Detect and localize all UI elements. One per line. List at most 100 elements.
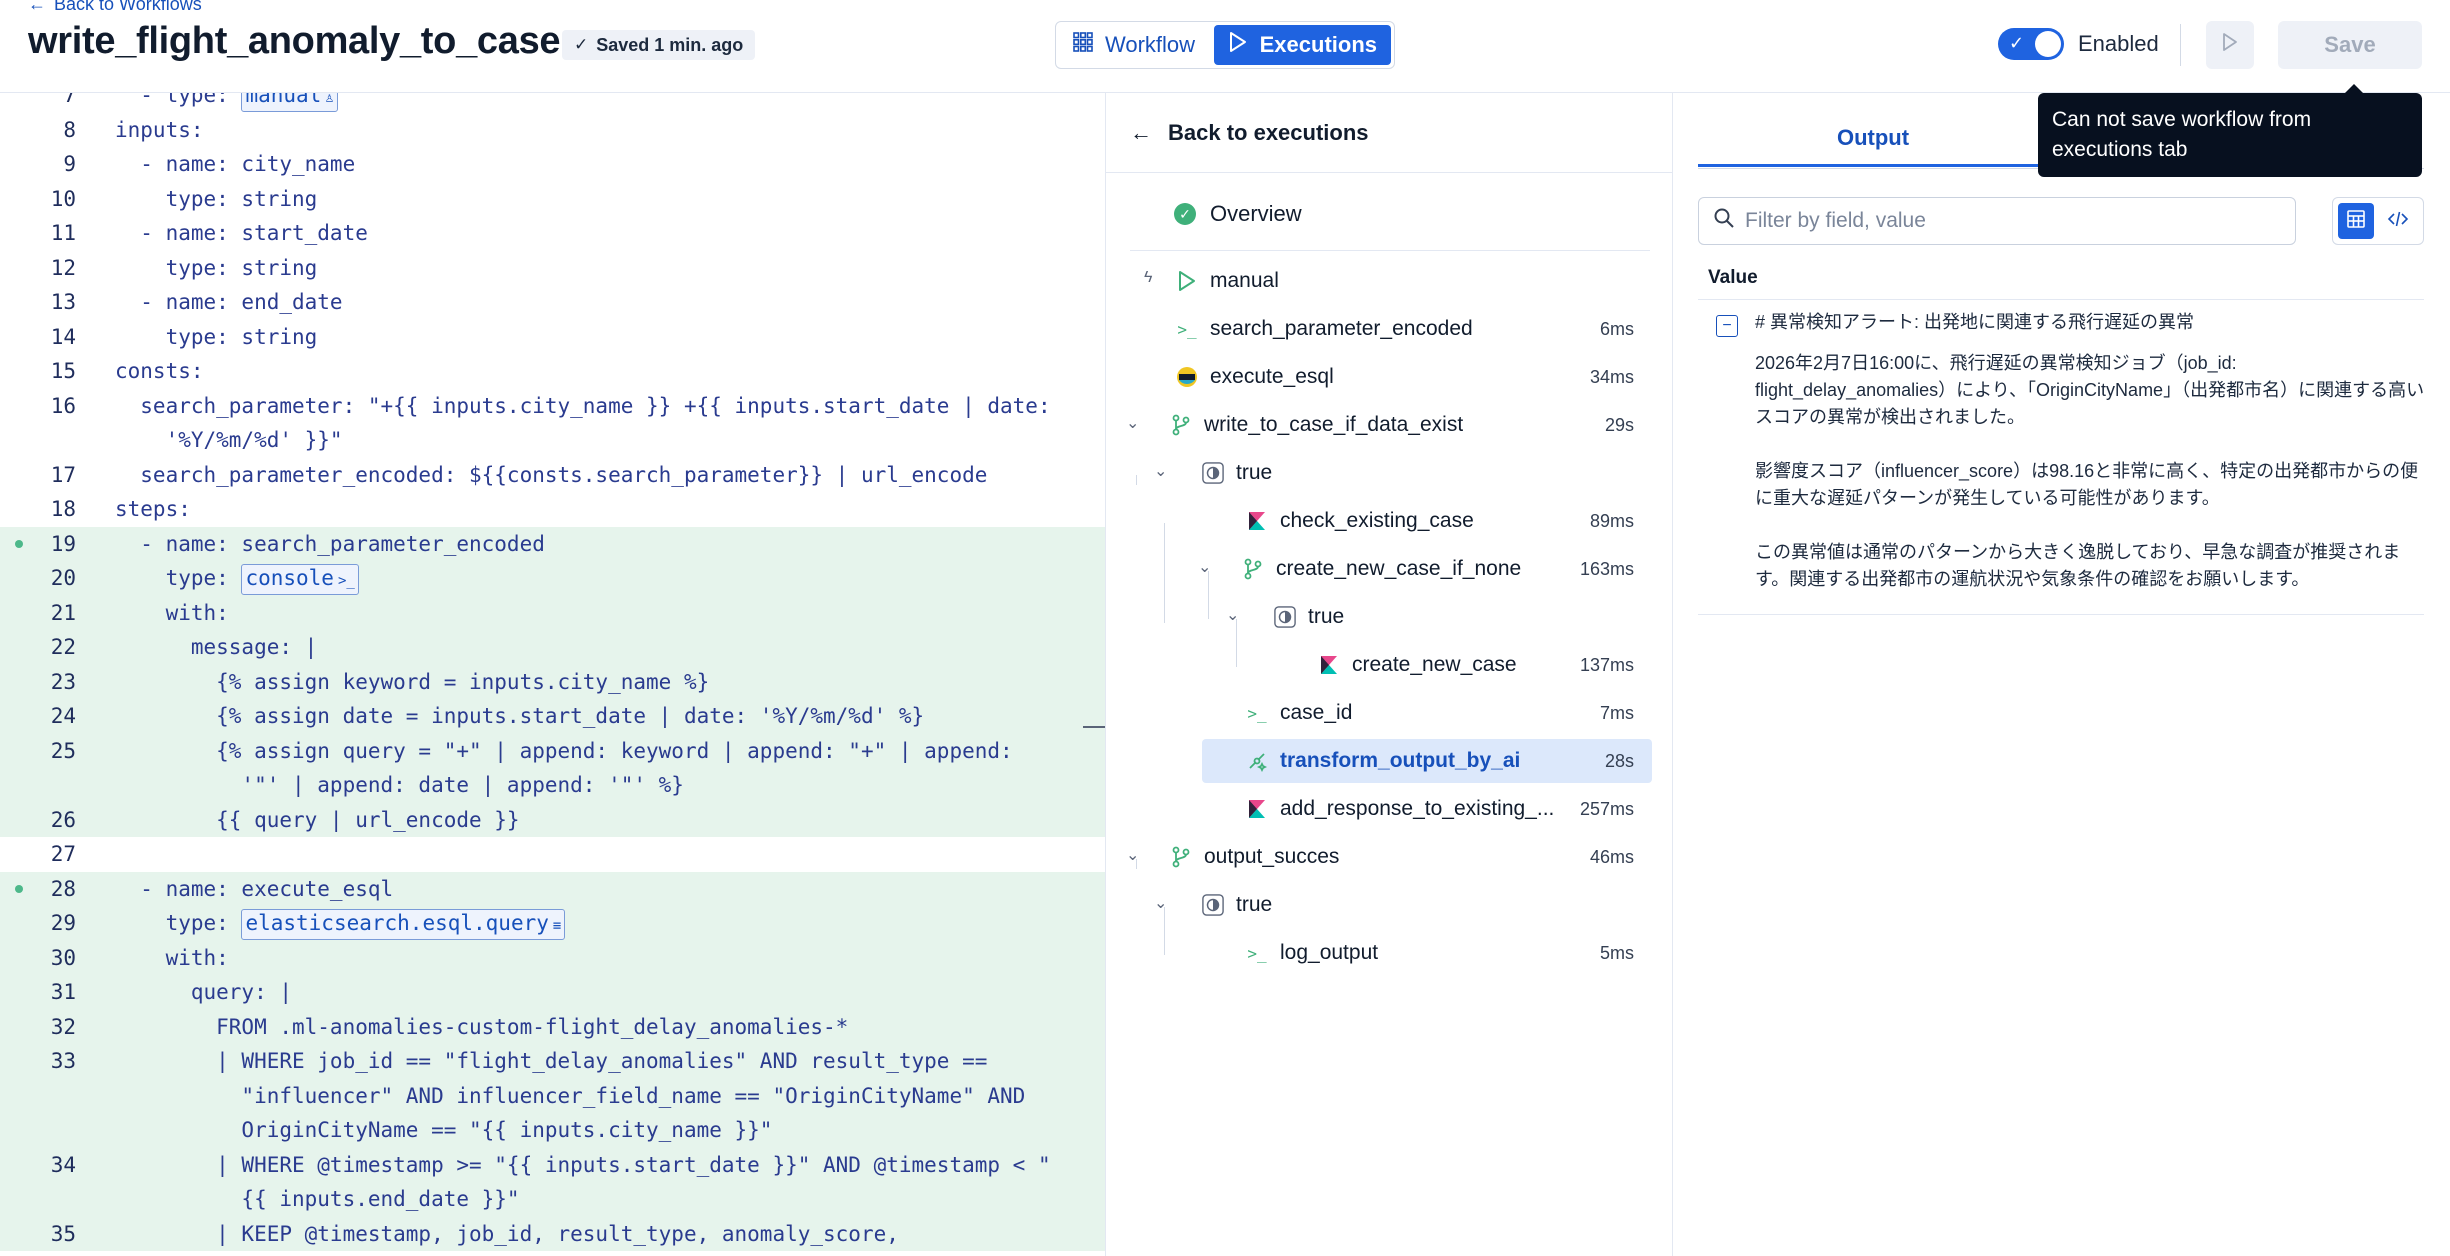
chevron-down-icon[interactable]: ⌄ xyxy=(1126,845,1139,865)
line-number: 15 xyxy=(50,359,76,383)
code-text: | WHERE @timestamp >= "{{ inputs.start_d… xyxy=(115,1148,1050,1183)
code-text: {{ query | url_encode }} xyxy=(115,803,519,838)
code-line[interactable]: 13 - name: end_date xyxy=(0,285,1105,320)
code-line[interactable]: '%Y/%m/%d' }}" xyxy=(0,423,1105,458)
branch-step-icon xyxy=(1242,558,1264,580)
code-line[interactable]: 11 - name: start_date xyxy=(0,216,1105,251)
step-item[interactable]: manual xyxy=(1164,259,1652,303)
code-line[interactable]: 33 | WHERE job_id == "flight_delay_anoma… xyxy=(0,1044,1105,1079)
code-line[interactable]: '"' | append: date | append: '"' %} xyxy=(0,768,1105,803)
code-line[interactable]: 29 type: elasticsearch.esql.query ≡ xyxy=(0,906,1105,941)
tab-executions-label: Executions xyxy=(1259,32,1377,57)
step-item[interactable]: check_existing_case 89ms xyxy=(1234,499,1652,543)
json-view-button[interactable] xyxy=(2380,203,2416,239)
panel-resize-handle[interactable] xyxy=(1083,726,1105,728)
overview-item[interactable]: ✓ Overview xyxy=(1174,201,1302,227)
step-item[interactable]: add_response_to_existing_... 257ms xyxy=(1234,787,1652,831)
line-number: 21 xyxy=(50,600,76,625)
code-line[interactable]: 7 - type: manual ♙ xyxy=(0,93,1105,113)
code-line[interactable]: {{ inputs.end_date }}" xyxy=(0,1182,1105,1217)
code-line[interactable]: 14 type: string xyxy=(0,320,1105,355)
code-line[interactable]: 21 with: xyxy=(0,595,1105,631)
step-item[interactable]: true xyxy=(1262,595,1652,639)
code-line[interactable]: 20 type: console >_ xyxy=(0,561,1105,596)
save-button[interactable]: Save xyxy=(2278,21,2422,69)
code-line[interactable]: 31 query: | xyxy=(0,975,1105,1010)
collapse-value-button[interactable]: − xyxy=(1716,315,1738,337)
line-number: 12 xyxy=(50,255,76,280)
tab-workflow-label: Workflow xyxy=(1105,32,1196,57)
tab-workflow[interactable]: Workflow xyxy=(1059,25,1214,65)
code-line[interactable]: 34 | WHERE @timestamp >= "{{ inputs.star… xyxy=(0,1147,1105,1183)
back-to-workflows-link[interactable]: ← Back to Workflows xyxy=(28,0,202,15)
code-text-content: FROM .ml-anomalies-custom-flight_delay_a… xyxy=(115,1014,849,1039)
code-line[interactable]: OriginCityName == "{{ inputs.city_name }… xyxy=(0,1113,1105,1148)
success-check-icon: ✓ xyxy=(1174,203,1196,225)
code-line[interactable]: 25 {% assign query = "+" | append: keywo… xyxy=(0,733,1105,768)
step-label: manual xyxy=(1210,269,1279,292)
step-item[interactable]: >_ search_parameter_encoded 6ms xyxy=(1164,307,1652,351)
code-line[interactable]: 17 search_parameter_encoded: ${{consts.s… xyxy=(0,458,1105,493)
code-line[interactable]: 18 steps: xyxy=(0,492,1105,527)
step-type-chip[interactable]: elasticsearch.esql.query ≡ xyxy=(241,909,566,940)
code-line[interactable]: 8 inputs: xyxy=(0,113,1105,148)
code-line[interactable]: 24 {% assign date = inputs.start_date | … xyxy=(0,699,1105,734)
check-icon: ✓ xyxy=(2009,33,2025,53)
code-line[interactable]: 30 with: xyxy=(0,940,1105,975)
code-line[interactable]: 10 type: string xyxy=(0,182,1105,217)
tab-executions[interactable]: Executions xyxy=(1213,25,1391,65)
back-to-executions-button[interactable]: ← Back to executions xyxy=(1106,93,1673,173)
code-text: type: string xyxy=(115,320,318,355)
step-item[interactable]: output_succes 46ms xyxy=(1158,835,1652,879)
step-item[interactable]: >_ case_id 7ms xyxy=(1234,691,1652,735)
filter-input[interactable]: Filter by field, value xyxy=(1698,197,2296,245)
yaml-editor[interactable]: 7 - type: manual ♙ 8 inputs: 9 - name: city_… xyxy=(0,93,1106,1256)
step-item[interactable]: true xyxy=(1190,451,1652,495)
code-text: FROM .ml-anomalies-custom-flight_delay_a… xyxy=(115,1010,848,1045)
chevron-down-icon[interactable]: ⌄ xyxy=(1126,413,1139,433)
code-line[interactable]: 15 consts: xyxy=(0,354,1105,389)
code-line[interactable]: 16 search_parameter: "+{{ inputs.city_na… xyxy=(0,389,1105,424)
code-line[interactable]: 27 xyxy=(0,837,1105,872)
enabled-label: Enabled xyxy=(2078,31,2159,56)
step-duration: 89ms xyxy=(1589,510,1634,531)
step-item[interactable]: create_new_case 137ms xyxy=(1306,643,1652,687)
code-line[interactable]: 35 | KEEP @timestamp, job_id, result_typ… xyxy=(0,1216,1105,1251)
step-type-chip[interactable]: manual ♙ xyxy=(241,93,338,112)
page-header: ← Back to Workflows write_flight_anomaly… xyxy=(0,0,2450,93)
code-text-content: {% assign query = "+" | append: keyword … xyxy=(115,738,1013,763)
step-item[interactable]: true xyxy=(1190,883,1652,927)
step-item[interactable]: transform_output_by_ai 28s xyxy=(1202,739,1652,783)
tab-output[interactable]: Output xyxy=(1698,111,2048,167)
table-view-button[interactable] xyxy=(2338,203,2374,239)
divider xyxy=(1130,250,1650,251)
code-line[interactable]: "influencer" AND influencer_field_name =… xyxy=(0,1078,1105,1113)
run-workflow-button[interactable] xyxy=(2206,21,2254,69)
step-item[interactable]: >_ log_output 5ms xyxy=(1234,931,1652,975)
chevron-down-icon[interactable]: ⌄ xyxy=(1198,557,1211,577)
code-line[interactable]: 12 type: string xyxy=(0,251,1105,286)
code-line[interactable]: 23 {% assign keyword = inputs.city_name … xyxy=(0,664,1105,699)
chevron-down-icon[interactable]: ⌄ xyxy=(1154,461,1167,481)
code-text: - name: end_date xyxy=(115,285,342,320)
code-line[interactable]: 22 message: | xyxy=(0,630,1105,665)
play-icon xyxy=(1228,31,1248,59)
enabled-toggle[interactable]: ✓ xyxy=(1998,28,2064,60)
chevron-down-icon[interactable]: ⌄ xyxy=(1154,893,1167,913)
line-number: 8 xyxy=(63,117,76,142)
code-line[interactable]: 26 {{ query | url_encode }} xyxy=(0,802,1105,838)
kibana-step-icon xyxy=(1246,798,1268,820)
step-item[interactable]: create_new_case_if_none 163ms xyxy=(1230,547,1652,591)
code-text: with: xyxy=(115,596,229,631)
value-paragraph: 影響度スコア（influencer_score）は98.16と非常に高く、特定の… xyxy=(1755,461,2419,508)
code-line[interactable]: 19 - name: search_parameter_encoded xyxy=(0,526,1105,561)
chevron-down-icon[interactable]: ⌄ xyxy=(1226,605,1239,625)
code-text: inputs: xyxy=(115,113,204,148)
line-number: 26 xyxy=(50,807,76,832)
step-type-chip[interactable]: console >_ xyxy=(241,564,359,595)
step-item[interactable]: write_to_case_if_data_exist 29s xyxy=(1158,403,1652,447)
code-line[interactable]: 9 - name: city_name xyxy=(0,147,1105,182)
code-line[interactable]: 32 FROM .ml-anomalies-custom-flight_dela… xyxy=(0,1009,1105,1045)
code-line[interactable]: 28 - name: execute_esql xyxy=(0,871,1105,906)
step-item[interactable]: execute_esql 34ms xyxy=(1164,355,1652,399)
